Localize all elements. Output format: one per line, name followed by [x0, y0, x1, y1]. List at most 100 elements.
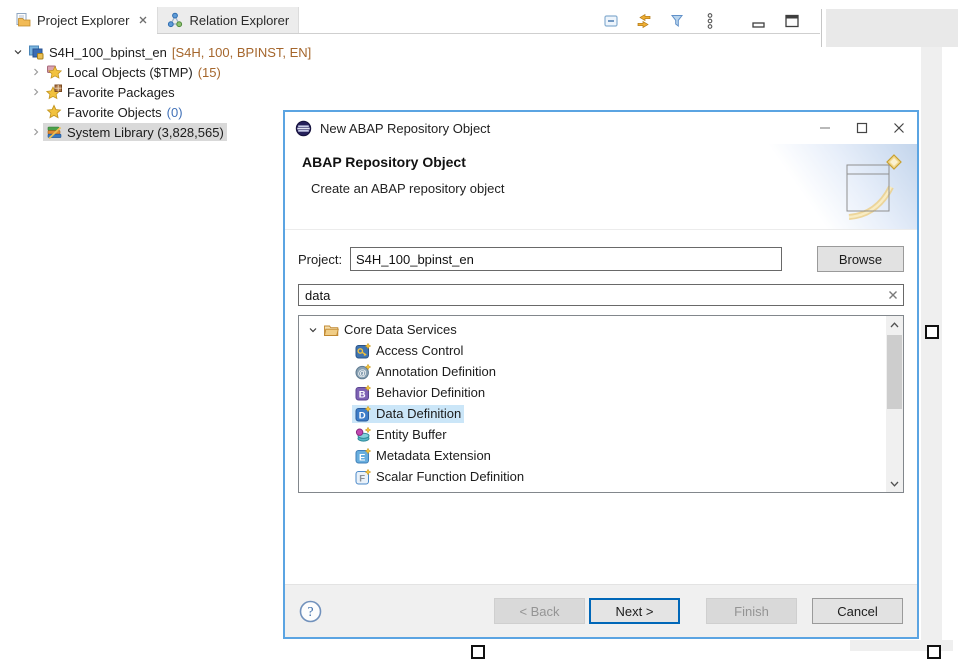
- scroll-down-button[interactable]: [886, 475, 903, 492]
- help-button[interactable]: ?: [299, 600, 322, 623]
- window-maximize-button[interactable]: [843, 112, 880, 144]
- svg-text:D: D: [359, 410, 366, 421]
- project-explorer-icon: [15, 12, 31, 28]
- svg-text:?: ?: [308, 604, 314, 619]
- row-content: @ Annotation Definition: [352, 363, 499, 381]
- folder-open-icon: [323, 322, 339, 338]
- list-item-label: Scalar Function Definition: [376, 469, 524, 484]
- tree-item[interactable]: Favorite Packages: [6, 82, 314, 102]
- scroll-up-button[interactable]: [886, 316, 903, 333]
- list-item-label: Annotation Definition: [376, 364, 496, 379]
- selection-handle-bottom[interactable]: [471, 645, 485, 659]
- clear-search-button[interactable]: [888, 290, 898, 300]
- list-item[interactable]: Entity Buffer: [303, 424, 903, 445]
- window-minimize-button[interactable]: [806, 112, 843, 144]
- list-item[interactable]: [303, 487, 903, 493]
- list-item-label: Data Definition: [376, 406, 461, 421]
- chevron-expanded-icon: [13, 47, 23, 57]
- dialog-header-banner: ABAP Repository Object Create an ABAP re…: [285, 144, 917, 230]
- chevron-spacer: [337, 449, 352, 463]
- next-button[interactable]: Next >: [589, 598, 680, 624]
- tree-item[interactable]: S4H_100_bpinst_en [S4H, 100, BPINST, EN]: [6, 42, 314, 62]
- chevron-spacer: [337, 491, 352, 494]
- row-content: BBehavior Definition: [352, 384, 488, 402]
- banner-art: [769, 144, 917, 229]
- list-item[interactable]: Access Control: [303, 340, 903, 361]
- chevron-collapsed-icon[interactable]: [28, 65, 43, 79]
- chevron-spacer: [28, 105, 43, 119]
- chevron-collapsed-icon[interactable]: [28, 125, 43, 139]
- chevron-spacer: [337, 407, 352, 421]
- chevron-spacer: [337, 470, 352, 484]
- tab-relation-explorer[interactable]: Relation Explorer: [157, 7, 299, 33]
- tree-item-label: S4H_100_bpinst_en: [49, 45, 167, 60]
- scrollbar-thumb[interactable]: [887, 335, 902, 409]
- chevron-collapsed-icon[interactable]: [28, 85, 43, 99]
- svg-text:E: E: [359, 452, 365, 463]
- chevron-expanded-icon: [308, 325, 318, 335]
- link-with-editor-button[interactable]: [634, 11, 654, 31]
- selection-handle-right[interactable]: [925, 325, 939, 339]
- search-input[interactable]: [298, 284, 904, 306]
- dialog-title: New ABAP Repository Object: [320, 121, 490, 136]
- list-item-label: Behavior Definition: [376, 385, 485, 400]
- window-close-button[interactable]: [880, 112, 917, 144]
- data-definition-icon: D: [355, 406, 371, 422]
- window-controls: [806, 112, 917, 144]
- object-type-list: Core Data Services Access Control @ Annotat…: [298, 315, 904, 493]
- chevron-collapsed-icon: [31, 67, 41, 77]
- editor-area-strip: [921, 47, 942, 651]
- collapse-all-button[interactable]: [601, 11, 621, 31]
- project-row: Project: Browse: [298, 246, 904, 272]
- link-with-editor-icon: [635, 12, 653, 30]
- wizard-subtitle: Create an ABAP repository object: [311, 181, 504, 196]
- chevron-collapsed-icon: [31, 127, 41, 137]
- list-item[interactable]: @ Annotation Definition: [303, 361, 903, 382]
- wizard-title: ABAP Repository Object: [302, 154, 466, 170]
- tree-item[interactable]: Local Objects ($TMP) (15): [6, 62, 314, 82]
- row-content: FScalar Function Definition: [352, 468, 527, 486]
- row-content: [352, 489, 374, 494]
- list-item-label: Access Control: [376, 343, 463, 358]
- filter-button[interactable]: [667, 11, 687, 31]
- browse-button[interactable]: Browse: [817, 246, 904, 272]
- tab-project-explorer[interactable]: Project Explorer: [6, 7, 157, 33]
- svg-text:@: @: [358, 367, 367, 377]
- maximize-view-icon: [783, 12, 801, 30]
- list-item[interactable]: BBehavior Definition: [303, 382, 903, 403]
- favorite-objects-icon: [46, 104, 62, 120]
- metadata-extension-icon: E: [355, 448, 371, 464]
- list-item[interactable]: D Data Definition: [303, 403, 903, 424]
- chevron-expanded-icon[interactable]: [305, 323, 320, 337]
- close-tab-button[interactable]: [138, 15, 148, 25]
- dialog-button-bar: ? < Back Next > Finish Cancel: [285, 584, 917, 637]
- finish-button[interactable]: Finish: [706, 598, 797, 624]
- tree-item[interactable]: System Library (3,828,565): [6, 122, 314, 142]
- list-item[interactable]: Core Data Services: [303, 319, 903, 340]
- minimize-view-button[interactable]: [749, 11, 769, 31]
- project-explorer-tree: S4H_100_bpinst_en [S4H, 100, BPINST, EN]…: [6, 42, 314, 142]
- view-toolbar: [601, 9, 802, 33]
- maximize-view-button[interactable]: [782, 11, 802, 31]
- project-input[interactable]: [350, 247, 782, 271]
- tree-item-label: System Library (3,828,565): [67, 125, 224, 140]
- selection-handle-corner[interactable]: [927, 645, 941, 659]
- window-minimize-icon: [819, 122, 831, 134]
- scrollbar[interactable]: [886, 316, 903, 492]
- chevron-expanded-icon[interactable]: [10, 45, 25, 59]
- search-row: [298, 284, 904, 306]
- cancel-button[interactable]: Cancel: [812, 598, 903, 624]
- row-content: Favorite Packages: [43, 83, 178, 101]
- tree-item[interactable]: Favorite Objects (0): [6, 102, 314, 122]
- item-decoration: (0): [167, 105, 183, 120]
- back-button[interactable]: < Back: [494, 598, 585, 624]
- list-item[interactable]: EMetadata Extension: [303, 445, 903, 466]
- list-item[interactable]: FScalar Function Definition: [303, 466, 903, 487]
- chevron-spacer: [337, 386, 352, 400]
- row-content: Core Data Services: [320, 321, 460, 339]
- editor-area-placeholder: [826, 9, 958, 47]
- view-menu-button[interactable]: [700, 11, 720, 31]
- new-abap-repository-object-dialog: New ABAP Repository Object ABAP Reposito…: [283, 110, 919, 639]
- chevron-spacer: [337, 428, 352, 442]
- view-menu-icon: [705, 12, 715, 30]
